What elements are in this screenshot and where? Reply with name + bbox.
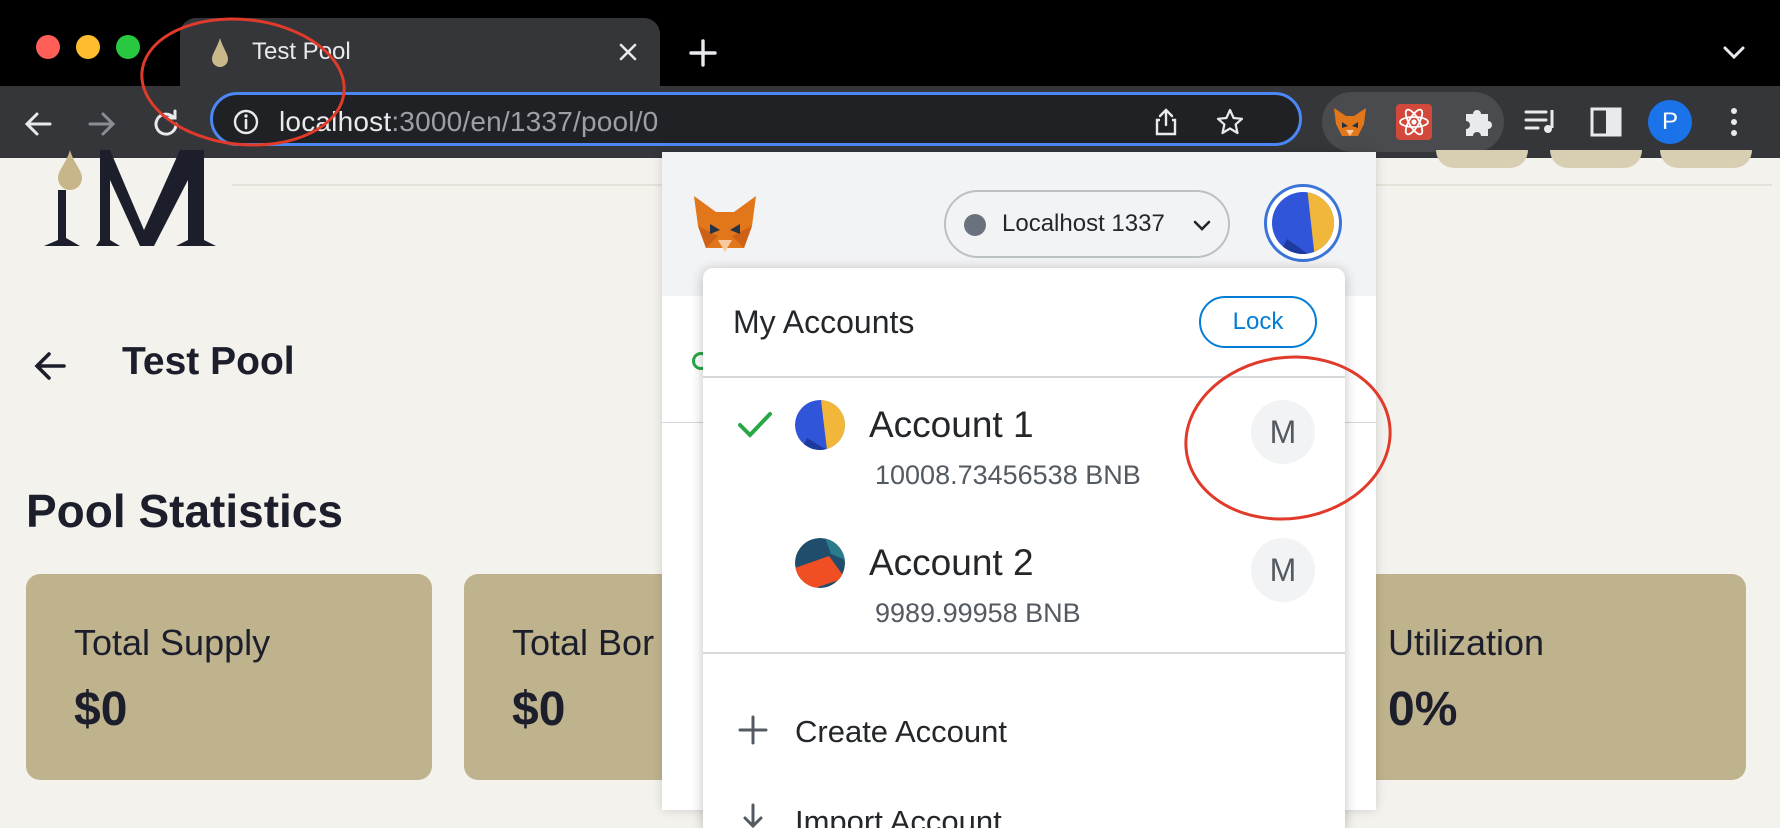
- stat-card-total-supply: Total Supply $0: [26, 574, 432, 780]
- network-selector[interactable]: Localhost 1337: [944, 190, 1230, 258]
- header-button[interactable]: [1550, 150, 1642, 168]
- stat-label: Total Bor: [512, 622, 655, 663]
- account-menu: My Accounts Lock Account 1 10008.7345653…: [703, 268, 1345, 828]
- account-balance: 9989.99958 BNB: [875, 598, 1081, 628]
- media-queue-icon[interactable]: [1520, 100, 1564, 144]
- network-label: Localhost 1337: [1002, 210, 1165, 237]
- url-path: :3000/en/1337/pool/0: [391, 106, 659, 137]
- chevron-down-icon: [1193, 220, 1211, 231]
- download-icon: [743, 803, 763, 828]
- account-badge[interactable]: M: [1251, 538, 1315, 602]
- star-icon[interactable]: [1215, 107, 1245, 137]
- address-bar[interactable]: localhost:3000/en/1337/pool/0: [210, 92, 1302, 146]
- lock-button[interactable]: Lock: [1199, 296, 1317, 348]
- react-devtools-icon[interactable]: [1392, 100, 1436, 144]
- metamask-fox-icon: [694, 196, 756, 252]
- stat-value: $0: [74, 683, 128, 736]
- kebab-menu-icon[interactable]: [1712, 100, 1756, 144]
- metamask-fox-icon[interactable]: [1328, 100, 1372, 144]
- account-name: Account 1: [869, 404, 1034, 445]
- close-window-button[interactable]: [36, 35, 60, 59]
- stat-card-utilization: Utilization 0%: [1340, 574, 1746, 780]
- check-icon: [738, 412, 772, 438]
- stat-label: Total Supply: [74, 622, 271, 663]
- divider: [703, 652, 1345, 654]
- back-arrow-icon[interactable]: [20, 106, 56, 142]
- header-button[interactable]: [1436, 150, 1528, 168]
- close-icon[interactable]: [616, 40, 640, 64]
- stat-label: Utilization: [1388, 622, 1545, 663]
- account-menu-button[interactable]: [1264, 184, 1342, 262]
- account-row-2[interactable]: Account 2 9989.99958 BNB M: [703, 516, 1345, 654]
- stat-value: $0: [512, 683, 566, 736]
- import-account-button[interactable]: Import Account: [703, 788, 1345, 828]
- section-title: Pool Statistics: [26, 485, 343, 537]
- stat-value: 0%: [1388, 683, 1458, 736]
- import-account-label: Import Account: [795, 804, 1002, 828]
- minimize-window-button[interactable]: [76, 35, 100, 59]
- create-account-button[interactable]: Create Account: [703, 682, 1345, 782]
- account-avatar: [795, 400, 845, 450]
- account-balance: 10008.73456538 BNB: [875, 460, 1141, 490]
- account-name: Account 2: [869, 542, 1034, 583]
- share-icon[interactable]: [1151, 107, 1181, 137]
- maximize-window-button[interactable]: [116, 35, 140, 59]
- side-panel-icon[interactable]: [1584, 100, 1628, 144]
- network-status-dot: [964, 214, 986, 236]
- account-avatar: [795, 538, 845, 588]
- profile-avatar[interactable]: P: [1648, 100, 1692, 144]
- forward-arrow-icon[interactable]: [84, 106, 120, 142]
- plus-icon[interactable]: [688, 38, 718, 68]
- puzzle-icon[interactable]: [1456, 100, 1500, 144]
- header-button[interactable]: [1660, 150, 1752, 168]
- app-logo: [44, 150, 216, 246]
- page-title: Test Pool: [122, 340, 295, 383]
- plus-icon: [738, 715, 768, 745]
- back-arrow-icon[interactable]: [30, 346, 70, 386]
- chevron-down-icon[interactable]: [1720, 40, 1748, 64]
- create-account-label: Create Account: [795, 714, 1007, 749]
- account-menu-title: My Accounts: [733, 304, 915, 340]
- account-avatar: [1272, 192, 1334, 254]
